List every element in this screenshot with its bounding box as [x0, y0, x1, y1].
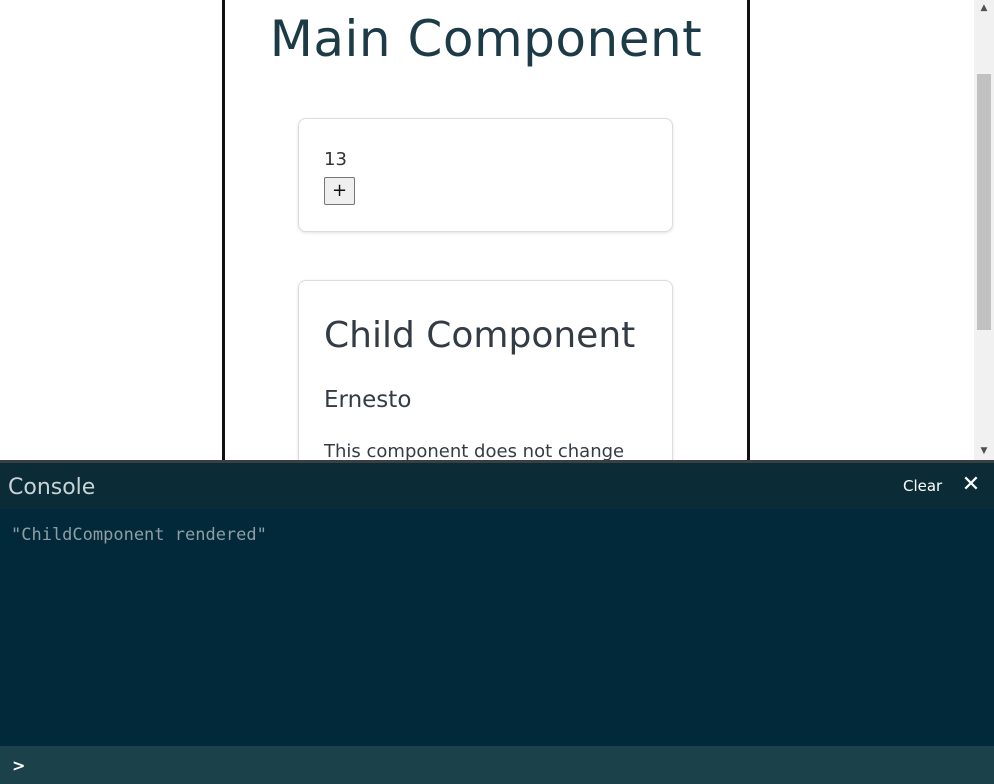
- console-prompt-icon: >: [12, 756, 26, 775]
- child-component-card: Child Component Ernesto This component d…: [298, 280, 673, 460]
- counter-card: 13 +: [298, 118, 673, 232]
- preview-pane: Main Component 13 + Child Component Erne…: [0, 0, 994, 460]
- child-title: Child Component: [324, 315, 636, 356]
- console-input-row: >: [0, 746, 994, 784]
- app-frame: Main Component 13 + Child Component Erne…: [222, 0, 750, 460]
- console-header: Console Clear ✕: [0, 463, 994, 509]
- scroll-up-icon[interactable]: ▲: [974, 0, 994, 17]
- clear-button[interactable]: Clear: [903, 477, 942, 495]
- increment-button[interactable]: +: [324, 177, 355, 205]
- preview-scrollbar[interactable]: ▲ ▼: [974, 0, 994, 460]
- scroll-down-icon[interactable]: ▼: [974, 443, 994, 460]
- scroll-thumb[interactable]: [977, 74, 991, 330]
- console-input[interactable]: [32, 752, 976, 780]
- console-log-entry: "ChildComponent rendered": [11, 525, 267, 545]
- counter-value: 13: [324, 149, 347, 170]
- child-name: Ernesto: [324, 387, 412, 413]
- console-panel: Console Clear ✕ "ChildComponent rendered…: [0, 460, 994, 784]
- console-title: Console: [8, 475, 96, 500]
- close-icon[interactable]: ✕: [961, 473, 981, 497]
- main-title: Main Component: [269, 10, 703, 68]
- child-note: This component does not change: [324, 441, 625, 460]
